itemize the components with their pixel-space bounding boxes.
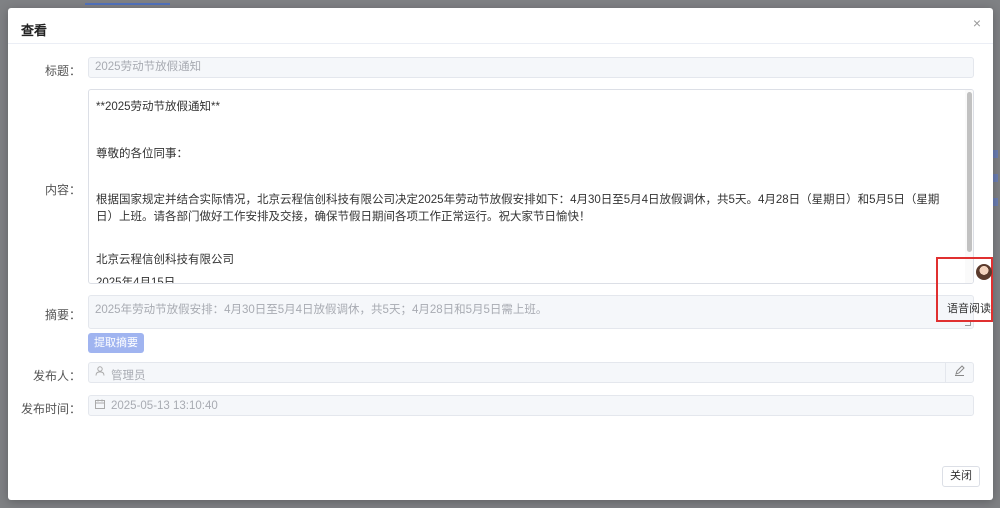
publisher-field[interactable]: 管理员 — [88, 362, 974, 383]
background-page-edge — [992, 150, 1000, 220]
scrollbar-thumb[interactable] — [967, 92, 972, 252]
content-scrollbar[interactable] — [965, 90, 973, 283]
summary-textarea[interactable]: 2025年劳动节放假安排：4月30日至5月4日放假调休，共5天；4月28日和5月… — [88, 295, 974, 329]
extract-summary-button[interactable]: 提取摘要 — [88, 333, 144, 353]
content-line: 北京云程信创科技有限公司 — [96, 254, 234, 266]
content-line: 2025年4月15日 — [96, 277, 176, 284]
dialog-header: 查看 × — [8, 8, 993, 44]
assistant-avatar-icon[interactable] — [976, 264, 992, 280]
summary-label: 摘要： — [44, 308, 81, 322]
dialog-title: 查看 — [21, 23, 48, 38]
content-line: 尊敬的各位同事： — [96, 148, 188, 160]
close-icon[interactable]: × — [970, 16, 984, 30]
edit-icon[interactable] — [945, 363, 973, 382]
content-line: **2025劳动节放假通知** — [96, 101, 220, 113]
publisher-value: 管理员 — [111, 370, 146, 382]
background-tab-indicator — [85, 3, 170, 5]
title-label: 标题： — [44, 64, 81, 78]
content-label: 内容： — [44, 183, 81, 197]
publish-time-label: 发布时间： — [20, 402, 81, 416]
publisher-label: 发布人： — [32, 369, 81, 383]
calendar-icon — [95, 399, 105, 412]
voice-reading-button[interactable]: 语音阅读 — [947, 300, 991, 316]
publish-time-value: 2025-05-13 13:10:40 — [111, 400, 218, 412]
close-button[interactable]: 关闭 — [942, 466, 980, 487]
content-textarea[interactable]: **2025劳动节放假通知** 尊敬的各位同事： 根据国家规定并结合实际情况，北… — [88, 89, 974, 284]
title-input[interactable]: 2025劳动节放假通知 — [88, 57, 974, 78]
view-dialog: 查看 × 标题： 2025劳动节放假通知 内容： **2025劳动节放假通知**… — [8, 8, 993, 500]
content-line: 根据国家规定并结合实际情况，北京云程信创科技有限公司决定2025年劳动节放假安排… — [96, 194, 940, 223]
publish-time-field[interactable]: 2025-05-13 13:10:40 — [88, 395, 974, 416]
user-icon — [95, 366, 107, 378]
summary-text: 2025年劳动节放假安排：4月30日至5月4日放假调休，共5天；4月28日和5月… — [95, 304, 548, 316]
